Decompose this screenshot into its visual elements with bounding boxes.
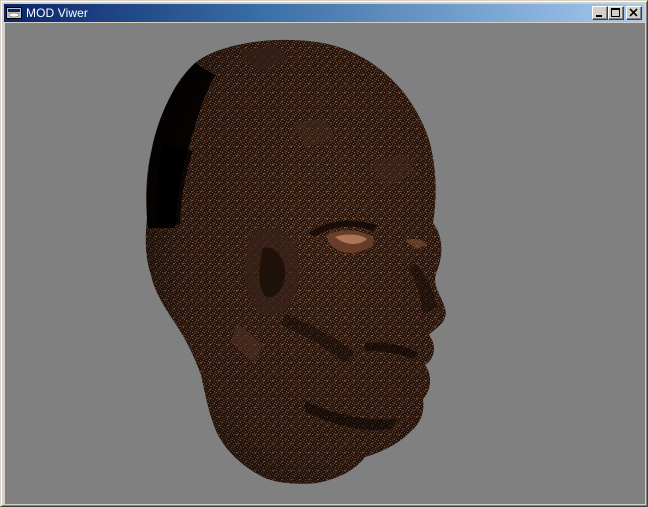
minimize-icon [596, 15, 602, 17]
window-controls [592, 6, 642, 20]
close-icon [629, 8, 638, 17]
maximize-icon [611, 8, 620, 17]
render-viewport[interactable] [5, 23, 645, 504]
title-bar[interactable]: MOD Viwer [4, 4, 644, 22]
window-title: MOD Viwer [26, 6, 89, 20]
mod-viewer-window: MOD Viwer [0, 0, 648, 507]
minimize-button[interactable] [592, 6, 608, 20]
head-model [145, 39, 446, 484]
app-window-icon[interactable] [6, 6, 22, 20]
maximize-button[interactable] [608, 6, 624, 20]
close-button[interactable] [626, 6, 642, 20]
